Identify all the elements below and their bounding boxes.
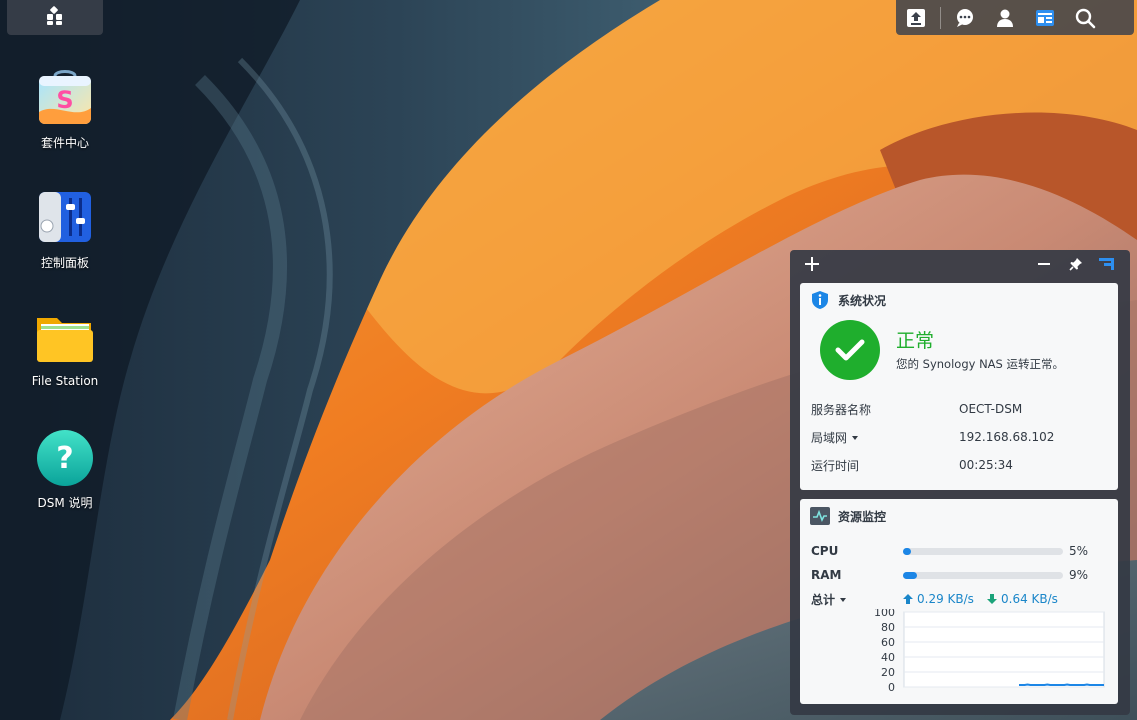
user-icon[interactable]: [985, 0, 1025, 35]
ram-bar-fill: [903, 571, 918, 579]
chart-y-tick-label: 0: [888, 681, 895, 694]
cpu-label: CPU: [811, 544, 839, 558]
info-value: 192.168.68.102: [959, 430, 1055, 444]
check-icon: [820, 320, 880, 380]
info-value: OECT-DSM: [959, 402, 1023, 416]
widgets-icon[interactable]: [1025, 0, 1065, 35]
total-label: 总计: [811, 592, 836, 607]
pin-icon: [1069, 256, 1083, 275]
folder-icon: [35, 308, 95, 368]
package-center-icon: S: [35, 68, 95, 128]
caret-down-icon: [840, 598, 847, 602]
resource-monitor-header: 资源监控: [800, 499, 1118, 533]
network-chart-svg: 100 80 60 40 20 0: [874, 606, 1105, 694]
info-key: 局域网: [811, 430, 848, 445]
grid-icon: [45, 5, 65, 30]
widget-panel: 系统状况 正常 您的 Synology NAS 运转正常。 服务器名称 OECT…: [790, 250, 1130, 715]
chart-y-tick-label: 60: [881, 636, 895, 649]
info-key: 运行时间: [811, 458, 860, 473]
chart-y-tick-label: 40: [881, 651, 895, 664]
info-shield-icon: [810, 290, 830, 310]
chart-y-tick-label: 80: [881, 621, 895, 634]
widget-layout-button[interactable]: [1096, 254, 1118, 276]
cpu-value: 5%: [1069, 544, 1089, 558]
chat-icon[interactable]: [945, 0, 985, 35]
top-right-toolbar: [896, 0, 1134, 35]
upload-value: 0.29 KB/s: [917, 592, 974, 606]
arrow-up-icon: [903, 594, 913, 604]
system-status-header: 系统状况: [800, 283, 1118, 317]
status-label: 正常: [896, 329, 935, 352]
main-menu-button[interactable]: [7, 0, 103, 35]
desktop-icon-label: File Station: [31, 374, 99, 388]
desktop-icon-label: DSM 说明: [37, 496, 93, 510]
resource-monitor-card: 资源监控 CPU 5% RAM 9% 总计 0.29 KB/s 0.64 KB/…: [800, 499, 1118, 704]
desktop-icon-control-panel[interactable]: 控制面板: [17, 188, 113, 271]
download-rate: 0.64 KB/s: [987, 592, 1058, 606]
resource-monitor-title: 资源监控: [838, 509, 887, 524]
svg-text:S: S: [56, 86, 73, 114]
ram-value: 9%: [1069, 568, 1089, 582]
info-row-lan: 局域网 192.168.68.102: [800, 423, 1118, 451]
caret-down-icon: [852, 436, 859, 440]
svg-text:?: ?: [56, 441, 73, 476]
lan-dropdown[interactable]: 局域网: [800, 429, 959, 446]
ram-label: RAM: [811, 568, 842, 582]
pin-widget-button[interactable]: [1065, 254, 1087, 276]
minus-icon: [1037, 256, 1051, 275]
chart-y-tick-label: 20: [881, 666, 895, 679]
info-row-uptime: 运行时间 00:25:34: [800, 451, 1118, 479]
add-widget-button[interactable]: [801, 254, 823, 276]
toolbar-divider: [940, 6, 941, 29]
arrow-down-icon: [987, 594, 997, 604]
widget-panel-header: [790, 250, 1130, 278]
system-status-card: 系统状况 正常 您的 Synology NAS 运转正常。 服务器名称 OECT…: [800, 283, 1118, 490]
cpu-row: CPU 5%: [800, 539, 1118, 563]
desktop-icon-label: 套件中心: [40, 136, 89, 150]
monitor-icon: [810, 507, 830, 525]
help-icon: ?: [35, 428, 95, 488]
upload-icon[interactable]: [896, 0, 936, 35]
network-chart: 100 80 60 40 20 0: [858, 606, 1118, 695]
system-status-title: 系统状况: [838, 293, 887, 308]
search-icon[interactable]: [1065, 0, 1105, 35]
desktop-icon-file-station[interactable]: File Station: [17, 308, 113, 388]
chart-y-tick-label: 100: [874, 609, 895, 619]
chart-plot-area: [903, 611, 1105, 688]
info-value: 00:25:34: [959, 458, 1013, 472]
info-key: 服务器名称: [811, 402, 872, 417]
desktop-icon-dsm-help[interactable]: ? DSM 说明: [17, 428, 113, 511]
download-value: 0.64 KB/s: [1001, 592, 1058, 606]
minimize-widget-button[interactable]: [1033, 254, 1055, 276]
desktop-icon-package-center[interactable]: S 套件中心: [17, 68, 113, 151]
control-panel-icon: [35, 188, 95, 248]
desktop-icon-label: 控制面板: [40, 256, 89, 270]
status-message: 您的 Synology NAS 运转正常。: [896, 356, 1065, 371]
cpu-bar: [903, 547, 1063, 555]
network-row: 总计 0.29 KB/s 0.64 KB/s: [800, 587, 1118, 611]
ram-row: RAM 9%: [800, 563, 1118, 587]
upload-rate: 0.29 KB/s: [903, 592, 987, 606]
info-row-server-name: 服务器名称 OECT-DSM: [800, 395, 1118, 423]
plus-icon: [805, 256, 819, 275]
ram-bar: [903, 571, 1063, 579]
layout-icon: [1099, 256, 1115, 275]
status-summary: 正常 您的 Synology NAS 运转正常。: [800, 317, 1118, 383]
cpu-bar-fill: [903, 547, 911, 555]
total-dropdown[interactable]: 总计: [800, 591, 903, 608]
chart-traffic-line: [1019, 683, 1104, 686]
